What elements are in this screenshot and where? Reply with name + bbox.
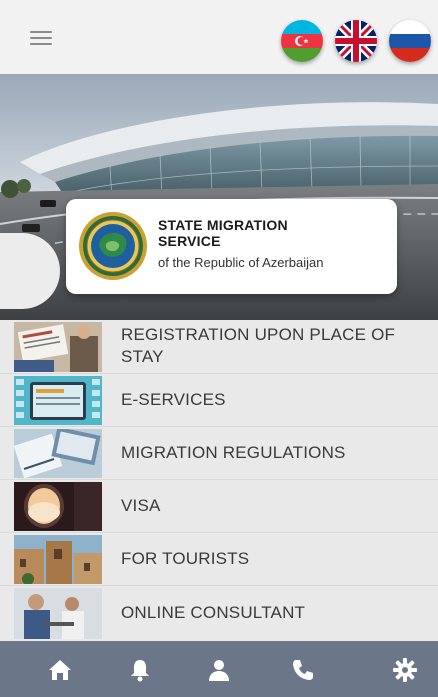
- state-migration-service-emblem-icon: [78, 211, 148, 281]
- menu-item-online-consultant[interactable]: ONLINE CONSULTANT: [0, 586, 438, 641]
- uk-flag-icon[interactable]: [335, 20, 377, 62]
- menu-label-visa: VISA: [121, 496, 161, 515]
- organization-logo-card: STATE MIGRATION SERVICE of the Republic …: [66, 199, 397, 294]
- menu-label-migration-regulations: MIGRATION REGULATIONS: [121, 443, 346, 462]
- menu-label-registration: REGISTRATION UPON PLACE OF STAY: [121, 324, 395, 368]
- user-icon[interactable]: [206, 657, 232, 683]
- bell-icon[interactable]: [127, 657, 153, 683]
- menu-item-migration-regulations[interactable]: MIGRATION REGULATIONS: [0, 427, 438, 480]
- hamburger-menu-icon[interactable]: [30, 28, 52, 46]
- home-icon[interactable]: [47, 657, 73, 683]
- menu-label-for-tourists: FOR TOURISTS: [121, 549, 250, 568]
- e-services-screen-photo-icon: [14, 376, 102, 425]
- organization-subtitle: of the Republic of Azerbaijan: [158, 255, 324, 270]
- russia-flag-icon[interactable]: [389, 20, 431, 62]
- menu-label-line2: STAY: [121, 347, 164, 366]
- menu-label-line1: REGISTRATION UPON PLACE OF: [121, 325, 396, 344]
- top-bar: [0, 0, 438, 74]
- menu-item-for-tourists[interactable]: FOR TOURISTS: [0, 533, 438, 586]
- old-city-photo-icon: [14, 535, 102, 584]
- documents-photo-icon: [14, 429, 102, 478]
- phone-icon[interactable]: [290, 657, 316, 683]
- org-title-line1: STATE MIGRATION: [158, 217, 288, 233]
- menu-item-e-services[interactable]: E-SERVICES: [0, 374, 438, 427]
- menu-item-registration[interactable]: REGISTRATION UPON PLACE OF STAY: [0, 320, 438, 374]
- airplane-window-photo-icon: [14, 482, 102, 531]
- menu-label-e-services: E-SERVICES: [121, 390, 226, 409]
- bottom-navigation-bar: [0, 641, 438, 697]
- application-form-photo-icon: [14, 322, 102, 372]
- menu-item-visa[interactable]: VISA: [0, 480, 438, 533]
- office-people-photo-icon: [14, 588, 102, 639]
- gear-icon[interactable]: [392, 657, 418, 683]
- menu-label-online-consultant: ONLINE CONSULTANT: [121, 603, 306, 622]
- organization-title: STATE MIGRATION SERVICE: [158, 217, 318, 249]
- org-title-line2: SERVICE: [158, 233, 221, 249]
- azerbaijan-flag-icon[interactable]: [281, 20, 323, 62]
